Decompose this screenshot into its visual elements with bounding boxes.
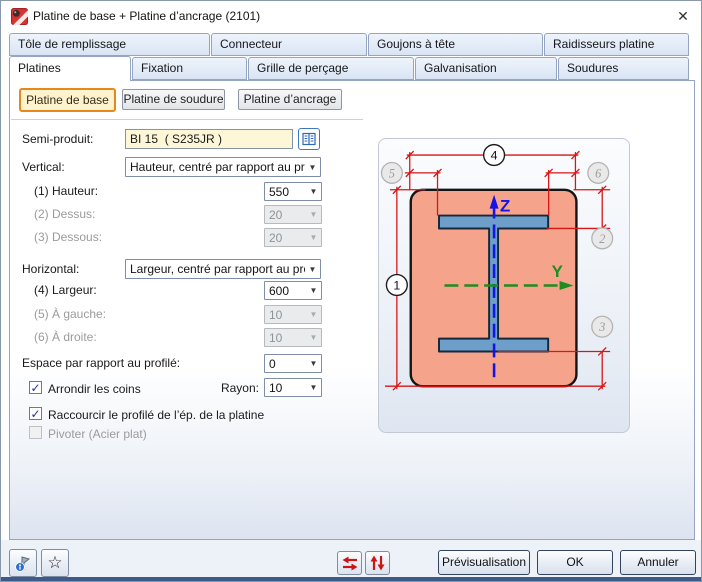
- pivoter-checkbox: [29, 426, 42, 439]
- rayon-label: Rayon:: [186, 379, 259, 398]
- tab-connecteur[interactable]: Connecteur: [211, 33, 367, 56]
- chevron-down-icon: ▼: [306, 233, 321, 242]
- favorites-button[interactable]: ☆: [41, 549, 69, 577]
- window-bottom-edge: [1, 577, 701, 581]
- callout-4: 4: [484, 145, 505, 166]
- rayon-select[interactable]: 10 ▼: [264, 378, 322, 397]
- svg-text:4: 4: [491, 149, 498, 163]
- droite-select: 10 ▼: [264, 328, 322, 347]
- semi-produit-input[interactable]: [125, 129, 293, 149]
- raccourcir-checkbox[interactable]: ✓: [29, 407, 42, 420]
- tab-soudures[interactable]: Soudures: [558, 57, 689, 80]
- title-bar: Platine de base + Platine d’ancrage (210…: [1, 1, 701, 31]
- part-info-icon: [14, 554, 32, 572]
- chevron-down-icon: ▼: [306, 383, 321, 392]
- hauteur-label: (1) Hauteur:: [34, 182, 98, 201]
- arrondir-label: Arrondir les coins: [48, 380, 141, 399]
- pivoter-label: Pivoter (Acier plat): [48, 425, 147, 444]
- component-dialog: Platine de base + Platine d’ancrage (210…: [0, 0, 702, 582]
- chevron-down-icon: ▼: [306, 210, 321, 219]
- y-axis-label: Y: [552, 262, 563, 281]
- horizontal-select[interactable]: Largeur, centré par rapport au pro ▼: [125, 259, 321, 279]
- window-title: Platine de base + Platine d’ancrage (210…: [33, 1, 260, 31]
- svg-text:3: 3: [598, 320, 605, 334]
- tab-platines[interactable]: Platines: [9, 56, 131, 81]
- profile-catalog-button[interactable]: [298, 128, 320, 150]
- dessus-select: 20 ▼: [264, 205, 322, 224]
- catalog-icon: [302, 132, 316, 146]
- check-icon: ✓: [30, 409, 40, 419]
- hauteur-select[interactable]: 550 ▼: [264, 182, 322, 201]
- tab-goujons-a-tete[interactable]: Goujons à tête: [368, 33, 543, 56]
- swap-horizontal-icon: [342, 556, 358, 571]
- espace-label: Espace par rapport au profilé:: [22, 354, 180, 373]
- svg-text:6: 6: [595, 166, 602, 180]
- preview-button[interactable]: Prévisualisation: [438, 550, 530, 575]
- chevron-down-icon: ▼: [305, 163, 320, 172]
- part-info-button[interactable]: [9, 549, 37, 577]
- vertical-select[interactable]: Hauteur, centré par rapport au pr ▼: [125, 157, 321, 177]
- arrondir-checkbox[interactable]: ✓: [29, 381, 42, 394]
- espace-select[interactable]: 0 ▼: [264, 354, 322, 373]
- callout-1: 1: [386, 275, 407, 296]
- svg-text:5: 5: [389, 166, 395, 180]
- gauche-label: (5) À gauche:: [34, 305, 106, 324]
- gauche-select: 10 ▼: [264, 305, 322, 324]
- dessous-select: 20 ▼: [264, 228, 322, 247]
- component-icon: [11, 8, 28, 25]
- svg-text:1: 1: [393, 278, 400, 292]
- close-icon[interactable]: ✕: [669, 3, 697, 29]
- svg-text:2: 2: [599, 232, 605, 246]
- dessous-label: (3) Dessous:: [34, 228, 102, 247]
- plate-tab-platine-de-soudure[interactable]: Platine de soudure: [122, 89, 225, 110]
- semi-produit-label: Semi-produit:: [22, 130, 93, 149]
- check-icon: ✓: [30, 383, 40, 393]
- chevron-down-icon: ▼: [306, 187, 321, 196]
- swap-vertical-button[interactable]: [365, 551, 390, 575]
- raccourcir-label: Raccourcir le profilé de l’ép. de la pla…: [48, 406, 264, 425]
- dessus-label: (2) Dessus:: [34, 205, 95, 224]
- droite-label: (6) À droite:: [34, 328, 97, 347]
- star-icon: ☆: [47, 553, 62, 573]
- callout-5: 5: [381, 162, 402, 183]
- largeur-select[interactable]: 600 ▼: [264, 281, 322, 300]
- largeur-label: (4) Largeur:: [34, 281, 97, 300]
- tab-raidisseurs-platine[interactable]: Raidisseurs platine: [544, 33, 689, 56]
- preview-panel: Z Y 4 5 6 1: [378, 138, 630, 433]
- chevron-down-icon: ▼: [306, 310, 321, 319]
- swap-horizontal-button[interactable]: [337, 551, 362, 575]
- chevron-down-icon: ▼: [306, 359, 321, 368]
- ok-button[interactable]: OK: [537, 550, 613, 575]
- callout-3: 3: [592, 316, 613, 337]
- chevron-down-icon: ▼: [306, 286, 321, 295]
- tab-tole-de-remplissage[interactable]: Tôle de remplissage: [9, 33, 210, 56]
- callout-2: 2: [592, 228, 613, 249]
- separator: [11, 119, 363, 120]
- chevron-down-icon: ▼: [306, 333, 321, 342]
- tab-fixation[interactable]: Fixation: [132, 57, 247, 80]
- tab-galvanisation[interactable]: Galvanisation: [415, 57, 557, 80]
- callout-6: 6: [588, 162, 609, 183]
- tab-grille-de-percage[interactable]: Grille de perçage: [248, 57, 414, 80]
- cancel-button[interactable]: Annuler: [620, 550, 696, 575]
- vertical-label: Vertical:: [22, 158, 65, 177]
- chevron-down-icon: ▼: [305, 265, 320, 274]
- plate-tab-platine-d-ancrage[interactable]: Platine d’ancrage: [238, 89, 342, 110]
- preview-diagram: Z Y 4 5 6 1: [379, 139, 629, 432]
- swap-vertical-icon: [370, 555, 385, 571]
- horizontal-label: Horizontal:: [22, 260, 79, 279]
- plate-tab-platine-de-base[interactable]: Platine de base: [19, 88, 116, 112]
- z-axis-label: Z: [500, 197, 510, 216]
